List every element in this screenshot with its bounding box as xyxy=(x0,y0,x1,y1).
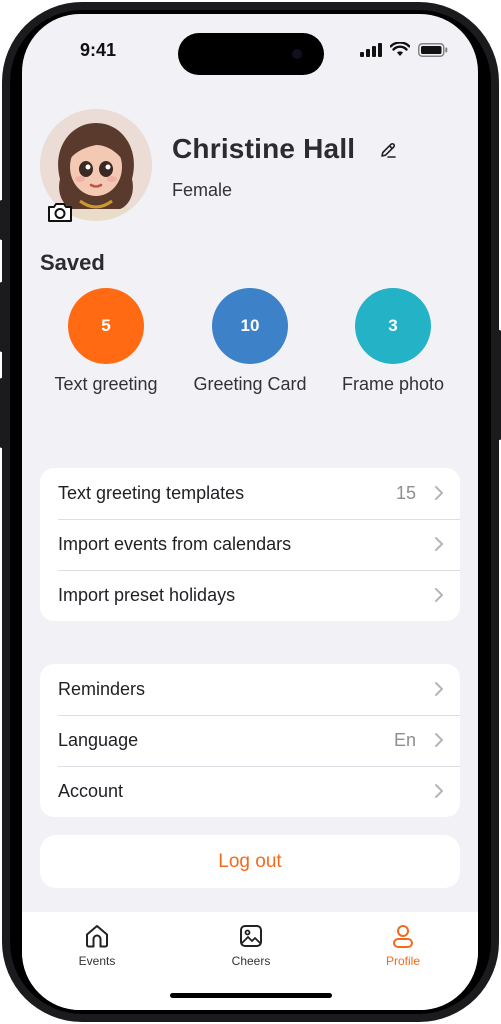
row-label: Text greeting templates xyxy=(58,483,245,503)
tab-label: Cheers xyxy=(231,954,271,968)
image-icon xyxy=(240,925,262,947)
saved-label: Greeting Card xyxy=(193,374,307,394)
home-indicator xyxy=(170,993,332,998)
settings-group-general: Reminders Language En Account xyxy=(40,664,460,817)
tab-label: Events xyxy=(78,954,116,968)
saved-count-badge: 10 xyxy=(212,288,288,364)
saved-text-greeting[interactable]: 5 Text greeting xyxy=(31,288,181,395)
row-value: En xyxy=(393,730,416,750)
saved-count-badge: 3 xyxy=(355,288,431,364)
saved-frame-photo[interactable]: 3 Frame photo xyxy=(318,288,468,395)
row-label: Import preset holidays xyxy=(58,585,236,605)
row-import-calendars[interactable]: Import events from calendars xyxy=(40,519,460,570)
wifi-icon xyxy=(390,42,410,56)
tab-profile[interactable]: Profile xyxy=(353,922,453,968)
row-label: Account xyxy=(58,781,124,801)
status-time: 9:41 xyxy=(80,40,117,60)
logout-button[interactable]: Log out xyxy=(40,835,460,888)
profile-name: Christine Hall xyxy=(172,133,356,164)
front-camera xyxy=(292,49,302,59)
saved-section-title: Saved xyxy=(40,250,105,275)
dynamic-island xyxy=(178,33,324,75)
cellular-signal-icon xyxy=(360,42,382,57)
tab-events[interactable]: Events xyxy=(47,922,147,968)
saved-label: Frame photo xyxy=(341,374,445,394)
tab-label: Profile xyxy=(385,954,420,968)
saved-label: Text greeting xyxy=(54,374,158,394)
screen: 9:41 Christine Hall Female Saved 5 Text … xyxy=(22,14,478,1010)
row-language[interactable]: Language En xyxy=(40,715,460,766)
settings-group-greetings: Text greeting templates 15 Import events… xyxy=(40,468,460,621)
row-import-holidays[interactable]: Import preset holidays xyxy=(40,570,460,621)
saved-greeting-card[interactable]: 10 Greeting Card xyxy=(175,288,325,395)
saved-count: 10 xyxy=(240,316,260,335)
action-button xyxy=(0,200,3,240)
row-label: Reminders xyxy=(58,679,146,699)
volume-down-button xyxy=(0,378,3,448)
saved-count: 3 xyxy=(388,316,398,335)
profile-gender: Female xyxy=(172,180,233,200)
chevron-right-icon xyxy=(435,682,443,696)
volume-up-button xyxy=(0,282,3,352)
tab-cheers[interactable]: Cheers xyxy=(201,922,301,968)
row-account[interactable]: Account xyxy=(40,766,460,817)
camera-icon[interactable] xyxy=(46,200,74,224)
edit-pencil-icon[interactable] xyxy=(378,140,398,160)
row-label: Language xyxy=(58,730,139,750)
saved-count: 5 xyxy=(101,316,111,335)
row-reminders[interactable]: Reminders xyxy=(40,664,460,715)
row-value: 15 xyxy=(395,483,416,503)
chevron-right-icon xyxy=(435,537,443,551)
battery-icon xyxy=(418,42,448,57)
saved-count-badge: 5 xyxy=(68,288,144,364)
status-icons xyxy=(360,42,448,57)
chevron-right-icon xyxy=(435,486,443,500)
chevron-right-icon xyxy=(435,784,443,798)
person-icon xyxy=(393,925,413,948)
row-label: Import events from calendars xyxy=(58,534,292,554)
chevron-right-icon xyxy=(435,588,443,602)
chevron-right-icon xyxy=(435,733,443,747)
row-text-greeting-templates[interactable]: Text greeting templates 15 xyxy=(40,468,460,519)
home-icon xyxy=(86,925,108,948)
